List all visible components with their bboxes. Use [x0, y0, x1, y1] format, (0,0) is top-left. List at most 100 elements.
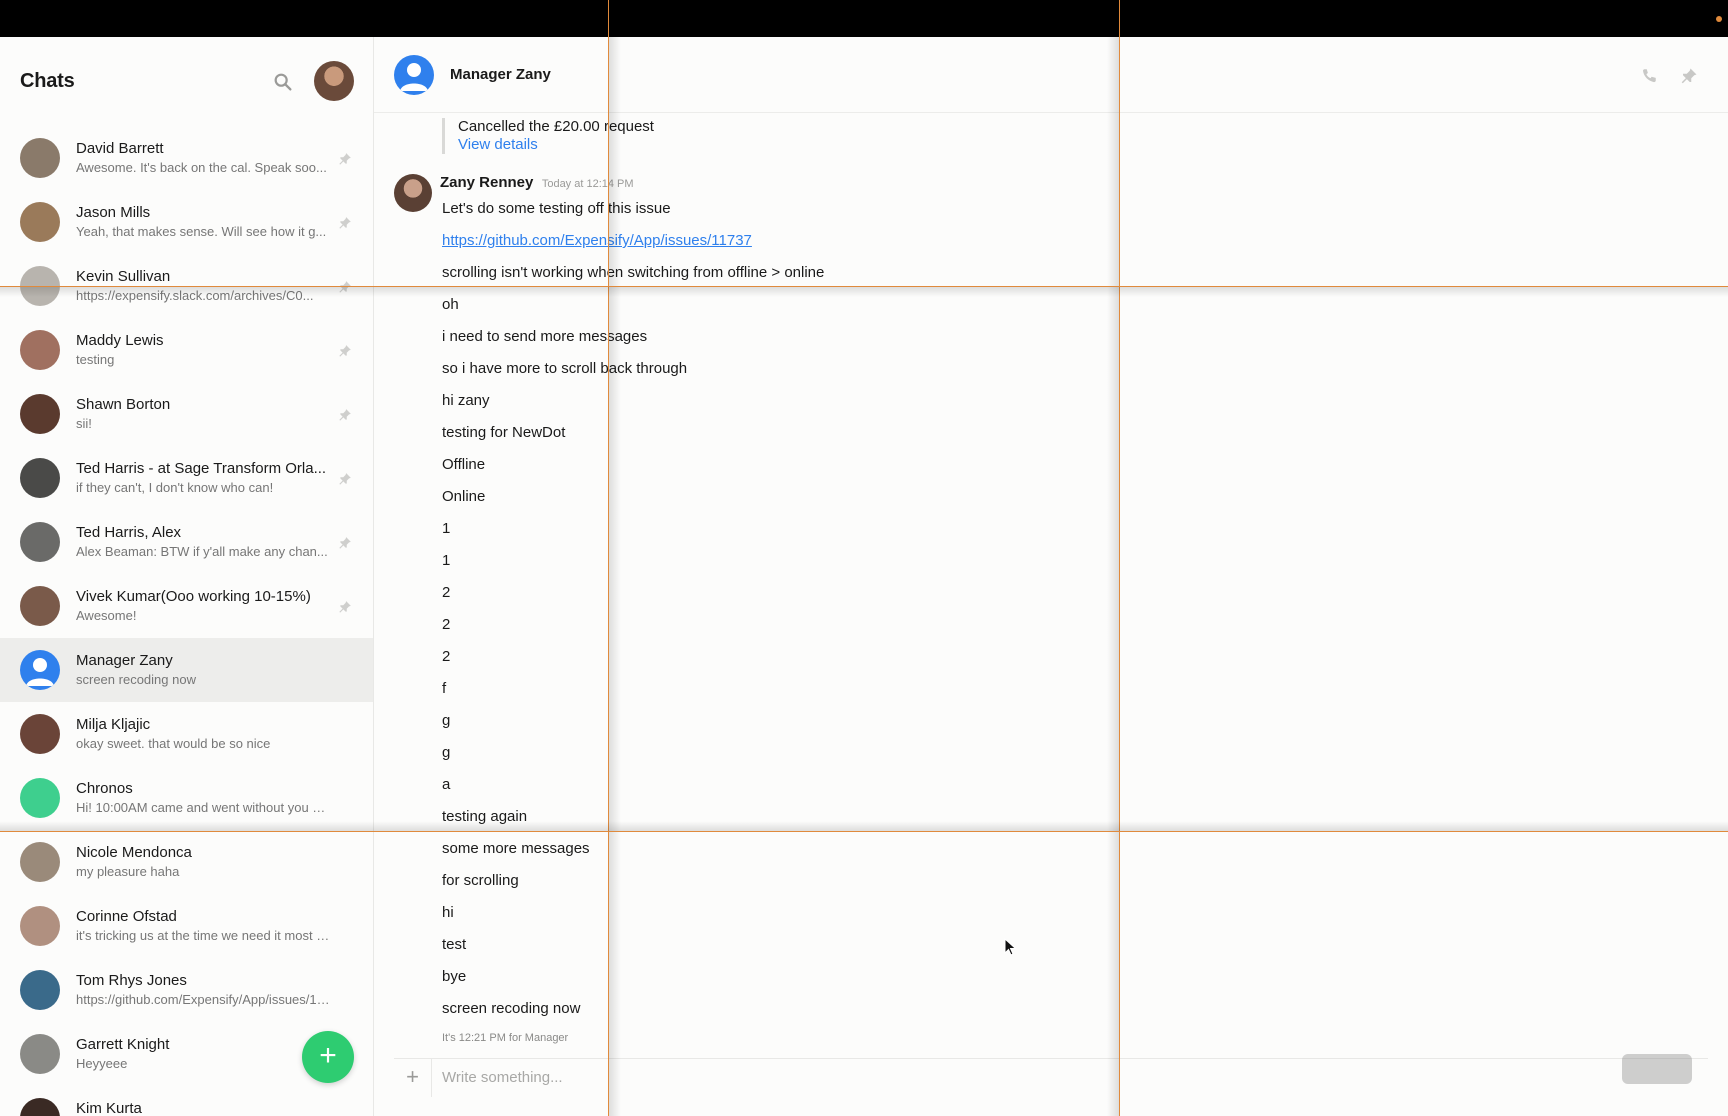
message-input[interactable] [432, 1069, 1708, 1086]
chat-name: Maddy Lewis [76, 332, 164, 349]
phone-icon[interactable] [1640, 67, 1658, 85]
chat-list-item[interactable]: Tom Rhys Jones https://github.com/Expensi… [0, 958, 373, 1022]
chat-avatar [20, 522, 60, 562]
chat-avatar [20, 330, 60, 370]
message-text: so i have more to scroll back through [442, 360, 688, 377]
chat-avatar [20, 714, 60, 754]
chat-avatar [20, 1098, 60, 1116]
chat-list-item[interactable]: Corinne Ofstad it's tricking us at the ti… [0, 894, 373, 958]
message-link[interactable]: https://github.com/Expensify/App/issues/… [442, 232, 824, 264]
chat-list-item[interactable]: Ted Harris, Alex Alex Beaman: BTW if y'al… [0, 510, 373, 574]
chat-list-item[interactable]: Manager Zany screen recoding now [0, 638, 373, 702]
message-text: 1 [442, 552, 451, 569]
message-body: Let's do some testing off this issue http… [442, 200, 824, 1032]
chat-preview: screen recoding now [76, 672, 196, 687]
chat-preview: my pleasure haha [76, 864, 180, 879]
chat-name: Chronos [76, 780, 133, 797]
conversation-pane: Manager Zany Cancelled the £20.00 reques… [374, 37, 1728, 1116]
chat-list-item[interactable]: Shawn Borton sii! [0, 382, 373, 446]
message-text: some more messages [442, 840, 590, 857]
person-icon [26, 658, 54, 686]
conversation-title[interactable]: Manager Zany [450, 66, 551, 83]
chat-list-item[interactable]: Jason Mills Yeah, that makes sense. Will … [0, 190, 373, 254]
chat-list-item[interactable]: David Barrett Awesome. It's back on the c… [0, 126, 373, 190]
message-text: a [442, 776, 451, 793]
user-avatar[interactable] [314, 61, 354, 101]
message-text: Offline [442, 456, 486, 473]
message-text: 2 [442, 616, 451, 633]
guide-shade [1107, 37, 1119, 1116]
chat-preview: https://github.com/Expensify/App/issues/… [76, 992, 330, 1007]
search-icon[interactable] [272, 71, 294, 93]
chat-preview: Hi! 10:00AM came and went without you gi… [76, 800, 330, 815]
chat-list-item[interactable]: Vivek Kumar(Ooo working 10-15%) Awesome! [0, 574, 373, 638]
chat-name: Vivek Kumar(Ooo working 10-15%) [76, 588, 311, 605]
recording-controls-widget[interactable] [1622, 1054, 1692, 1084]
chat-list-item[interactable]: Kim Kurtathanks for letting me know as w… [0, 1086, 373, 1116]
chat-name: Milja Kljajic [76, 716, 151, 733]
chat-name: Ted Harris, Alex [76, 524, 182, 541]
pin-icon[interactable] [338, 152, 352, 166]
chat-preview: testing [76, 352, 115, 367]
chat-preview: Alex Beaman: BTW if y'all make any chan.… [76, 544, 328, 559]
message-text: 2 [442, 648, 451, 665]
message-text: Let's do some testing off this issue [442, 200, 671, 217]
pin-icon[interactable] [338, 536, 352, 550]
cancelled-request-block: Cancelled the £20.00 request View detail… [442, 118, 654, 154]
add-attachment-button[interactable]: + [394, 1058, 432, 1097]
author-name[interactable]: Zany Renney [440, 174, 533, 191]
sidebar-title: Chats [20, 70, 75, 92]
chat-preview: Awesome. It's back on the cal. Speak soo… [76, 160, 327, 175]
guide-line-vertical [1119, 0, 1120, 1116]
message-text: Online [442, 488, 486, 505]
local-time-note: It's 12:21 PM for Manager [442, 1032, 569, 1044]
chat-list-item[interactable]: Milja Kljajic okay sweet. that would be s… [0, 702, 373, 766]
chat-name: David Barrett [76, 140, 164, 157]
message-text: for scrolling [442, 872, 519, 889]
guide-shade [0, 287, 1728, 297]
view-details-link[interactable]: View details [458, 136, 654, 154]
chat-list-item[interactable]: Ted Harris - at Sage Transform Orla... if… [0, 446, 373, 510]
message-text: hi zany [442, 392, 490, 409]
chat-name: Garrett Knight [76, 1036, 170, 1053]
message-text: f [442, 680, 447, 697]
chat-name: Kim Kurta [76, 1100, 142, 1116]
chat-preview: Awesome! [76, 608, 137, 623]
sidebar-header: Chats [0, 37, 373, 126]
chat-name: Kevin Sullivan [76, 268, 171, 285]
chat-avatar [20, 458, 60, 498]
pin-icon[interactable] [338, 216, 352, 230]
message-text: oh [442, 296, 459, 313]
chat-preview: Heyyeee [76, 1056, 128, 1071]
chat-name: Corinne Ofstad [76, 908, 177, 925]
chat-avatar [20, 202, 60, 242]
chat-name: Ted Harris - at Sage Transform Orla... [76, 460, 327, 477]
person-icon [400, 62, 428, 91]
recording-indicator-dot [1716, 16, 1722, 22]
chat-name: Manager Zany [76, 652, 173, 669]
author-avatar[interactable] [394, 174, 432, 212]
pin-icon[interactable] [338, 408, 352, 422]
guide-shade [609, 37, 621, 1116]
new-chat-button[interactable]: + [302, 1031, 354, 1083]
message-text: test [442, 936, 467, 953]
message-text: hi [442, 904, 454, 921]
chat-list: David Barrett Awesome. It's back on the c… [0, 126, 373, 1116]
chat-list-item[interactable]: Maddy Lewis testing [0, 318, 373, 382]
app-window: Chats David Barrett Awesome. It's back on… [0, 37, 1728, 1116]
chat-preview: sii! [76, 416, 92, 431]
chat-avatar [20, 586, 60, 626]
pin-icon[interactable] [338, 472, 352, 486]
message-text: 2 [442, 584, 451, 601]
pin-icon[interactable] [1680, 67, 1698, 85]
pin-icon[interactable] [338, 344, 352, 358]
pin-icon[interactable] [338, 600, 352, 614]
guide-line-horizontal [0, 831, 1728, 832]
chat-name: Tom Rhys Jones [76, 972, 187, 989]
composer: + [394, 1058, 1708, 1097]
chat-list-item[interactable]: Nicole Mendonca my pleasure haha [0, 830, 373, 894]
conversation-avatar[interactable] [394, 54, 434, 95]
chat-avatar [20, 842, 60, 882]
chat-avatar [20, 650, 60, 690]
chat-name: Shawn Borton [76, 396, 171, 413]
